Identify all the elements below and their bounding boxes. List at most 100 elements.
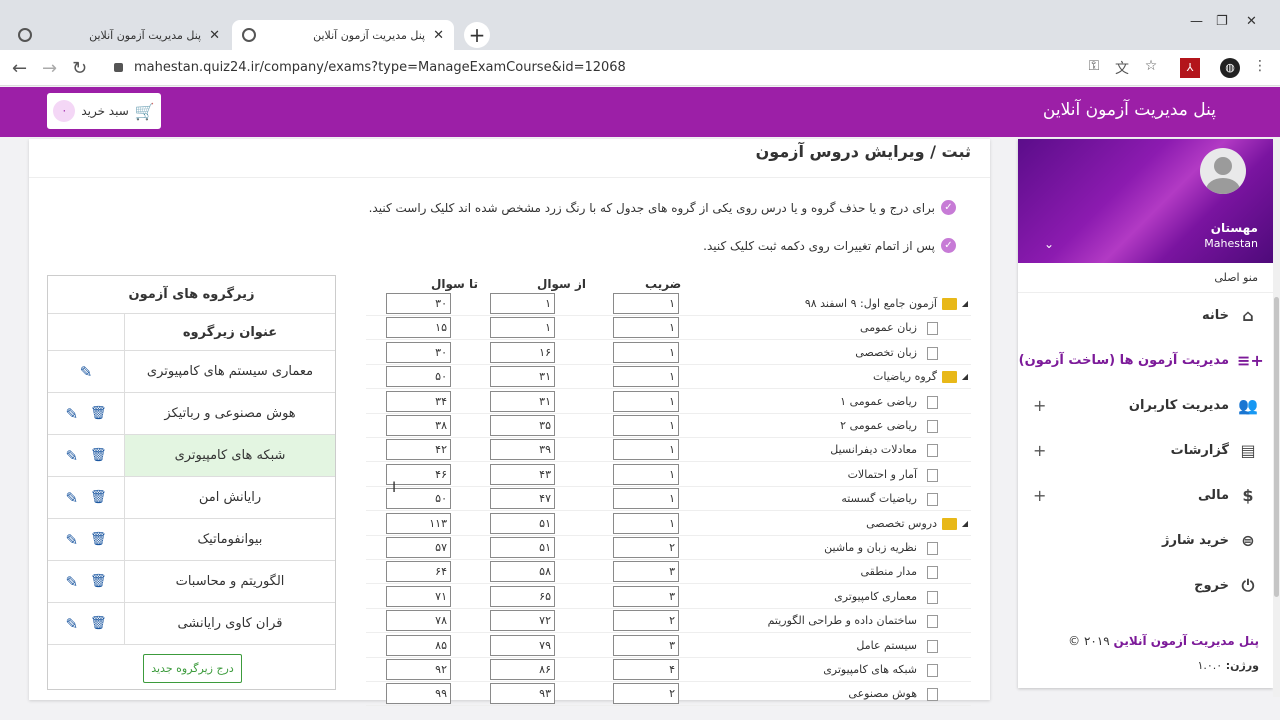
to-question-input[interactable]: ۳۸ — [386, 415, 451, 436]
to-question-input[interactable]: ۱۱۳ — [386, 512, 451, 534]
course-row[interactable]: مدار منطقی ۳ ۵۸ ۶۴ — [366, 560, 971, 585]
coef-input[interactable]: ۴ — [613, 659, 679, 680]
from-question-input[interactable]: ۶۵ — [490, 585, 555, 607]
coef-input[interactable]: ۱ — [613, 390, 679, 412]
to-question-input[interactable]: ۵۰ — [386, 366, 451, 388]
edit-icon[interactable]: ✎ — [65, 405, 78, 423]
to-question-input[interactable]: ۳۰ — [386, 293, 451, 314]
from-question-input[interactable]: ۴۷ — [490, 488, 555, 510]
subgroup-row[interactable]: ✎ 🗑 بیوانفوماتیک — [48, 519, 335, 561]
sidebar-item[interactable]: خرید شارژ ⊜ — [1018, 518, 1273, 563]
expand-triangle-icon[interactable]: ◢ — [962, 372, 968, 381]
course-row[interactable]: ریاضی عمومی ۲ ۱ ۳۵ ۳۸ — [366, 414, 971, 438]
from-question-input[interactable]: ۱ — [490, 317, 555, 339]
to-question-input[interactable]: ۷۸ — [386, 610, 451, 632]
subgroup-row[interactable]: ✎ 🗑 رایانش امن — [48, 477, 335, 519]
course-row[interactable]: ساختمان داده و طراحی الگوریتم ۲ ۷۲ ۷۸ — [366, 609, 971, 634]
course-row[interactable]: زبان عمومی ۱ ۱ ۱۵ — [366, 316, 971, 341]
delete-icon[interactable]: 🗑 — [90, 616, 107, 631]
course-row[interactable]: نظریه زبان و ماشین ۲ ۵۱ ۵۷ — [366, 536, 971, 560]
to-question-input[interactable]: ۹۹ — [386, 683, 451, 705]
course-row[interactable]: معماری کامپیوتری ۳ ۶۵ ۷۱ — [366, 585, 971, 609]
course-row[interactable]: آمار و احتمالات ۱ ۴۳ ۴۶ — [366, 463, 971, 487]
key-icon[interactable]: ⚿ — [1084, 58, 1104, 78]
edit-icon[interactable]: ✎ — [65, 615, 78, 633]
from-question-input[interactable]: ۱ — [490, 293, 555, 314]
from-question-input[interactable]: ۳۱ — [490, 390, 555, 412]
close-icon[interactable]: ✕ — [433, 28, 444, 43]
profile-avatar-icon[interactable]: ◍ — [1220, 58, 1240, 78]
back-icon[interactable]: ← — [12, 58, 27, 79]
coef-input[interactable]: ۲ — [613, 610, 679, 632]
coef-input[interactable]: ۳ — [613, 561, 679, 583]
to-question-input[interactable]: ۸۵ — [386, 634, 451, 656]
url-field[interactable]: mahestan.quiz24.ir/company/exams?type=Ma… — [104, 54, 1169, 82]
delete-icon[interactable]: 🗑 — [90, 490, 107, 505]
delete-icon[interactable]: 🗑 — [90, 406, 107, 421]
star-icon[interactable]: ☆ — [1141, 58, 1161, 78]
to-question-input[interactable]: ۱۵ — [386, 317, 451, 339]
expand-triangle-icon[interactable]: ◢ — [962, 519, 968, 528]
coef-input[interactable]: ۱ — [613, 317, 679, 339]
cart-button[interactable]: 🛒 سبد خرید ۰ — [47, 93, 161, 129]
subgroup-row[interactable]: ✎ 🗑 شبکه های کامپیوتری — [48, 435, 335, 477]
course-row[interactable]: سیستم عامل ۳ ۷۹ ۸۵ — [366, 634, 971, 658]
edit-icon[interactable]: ✎ — [80, 363, 93, 381]
pdf-extension-icon[interactable]: ⅄ — [1180, 58, 1200, 78]
from-question-input[interactable]: ۹۳ — [490, 683, 555, 705]
scrollbar-thumb[interactable] — [1274, 297, 1279, 597]
minimize-icon[interactable]: — — [1190, 14, 1203, 29]
from-question-input[interactable]: ۳۵ — [490, 415, 555, 436]
expand-triangle-icon[interactable]: ◢ — [962, 299, 968, 308]
course-row[interactable]: ◢ آزمون جامع اول: ۹ اسفند ۹۸ ۱ ۱ ۳۰ — [366, 292, 971, 316]
sidebar-item[interactable]: خانه ⌂ — [1018, 293, 1273, 338]
expand-plus-icon[interactable]: + — [1033, 441, 1046, 460]
sidebar-item[interactable]: + مدیریت کاربران 👥 — [1018, 383, 1273, 428]
coef-input[interactable]: ۱ — [613, 512, 679, 534]
coef-input[interactable]: ۲ — [613, 683, 679, 705]
to-question-input[interactable]: ۶۴ — [386, 561, 451, 583]
sidebar-item[interactable]: + گزارشات ▤ — [1018, 428, 1273, 473]
menu-dots-icon[interactable]: ⋮ — [1250, 58, 1270, 78]
reload-icon[interactable]: ↻ — [72, 58, 87, 79]
course-row[interactable]: ◢ دروس تخصصی ۱ ۵۱ ۱۱۳ — [366, 512, 971, 536]
window-close-icon[interactable]: ✕ — [1246, 14, 1257, 29]
edit-icon[interactable]: ✎ — [65, 489, 78, 507]
sidebar-item[interactable]: مدیریت آزمون ها (ساخت آزمون) ≡+ — [1018, 338, 1273, 383]
course-row[interactable]: زبان تخصصی ۱ ۱۶ ۳۰ — [366, 341, 971, 365]
chevron-down-icon[interactable]: ⌄ — [1044, 237, 1054, 251]
from-question-input[interactable]: ۵۱ — [490, 537, 555, 558]
coef-input[interactable]: ۳ — [613, 585, 679, 607]
course-row[interactable]: ریاضی عمومی ۱ ۱ ۳۱ ۳۴ — [366, 390, 971, 414]
delete-icon[interactable]: 🗑 — [90, 532, 107, 547]
subgroup-row[interactable]: ✎ 🗑 قران کاوی رایانشی — [48, 603, 335, 645]
coef-input[interactable]: ۱ — [613, 439, 679, 461]
from-question-input[interactable]: ۷۹ — [490, 634, 555, 656]
forward-icon[interactable]: → — [42, 58, 57, 79]
page-scrollbar[interactable] — [1273, 137, 1280, 697]
translate-icon[interactable]: 文 — [1112, 58, 1132, 78]
to-question-input[interactable]: ۷۱ — [386, 585, 451, 607]
sidebar-item[interactable]: + مالی $ — [1018, 473, 1273, 518]
browser-tab[interactable]: پنل مدیریت آزمون آنلاین ✕ — [8, 20, 230, 50]
browser-tab-active[interactable]: پنل مدیریت آزمون آنلاین ✕ — [232, 20, 454, 50]
to-question-input[interactable]: ۵۷ — [386, 537, 451, 558]
to-question-input[interactable]: ۳۰ — [386, 341, 451, 363]
expand-plus-icon[interactable]: + — [1033, 486, 1046, 505]
course-row[interactable]: معادلات دیفرانسیل ۱ ۳۹ ۴۲ — [366, 438, 971, 463]
coef-input[interactable]: ۱ — [613, 366, 679, 388]
course-row[interactable]: ◢ گروه ریاضیات ۱ ۳۱ ۵۰ — [366, 365, 971, 390]
close-icon[interactable]: ✕ — [209, 28, 220, 43]
coef-input[interactable]: ۱ — [613, 488, 679, 510]
restore-icon[interactable]: ❐ — [1216, 14, 1228, 29]
expand-plus-icon[interactable]: + — [1033, 396, 1046, 415]
coef-input[interactable]: ۱ — [613, 341, 679, 363]
from-question-input[interactable]: ۳۱ — [490, 366, 555, 388]
new-tab-button[interactable]: + — [464, 22, 490, 48]
from-question-input[interactable]: ۵۱ — [490, 512, 555, 534]
to-question-input[interactable]: ۹۲ — [386, 659, 451, 680]
coef-input[interactable]: ۱ — [613, 293, 679, 314]
course-row[interactable]: هوش مصنوعی ۲ ۹۳ ۹۹ — [366, 682, 971, 707]
coef-input[interactable]: ۱ — [613, 415, 679, 436]
from-question-input[interactable]: ۱۶ — [490, 341, 555, 363]
